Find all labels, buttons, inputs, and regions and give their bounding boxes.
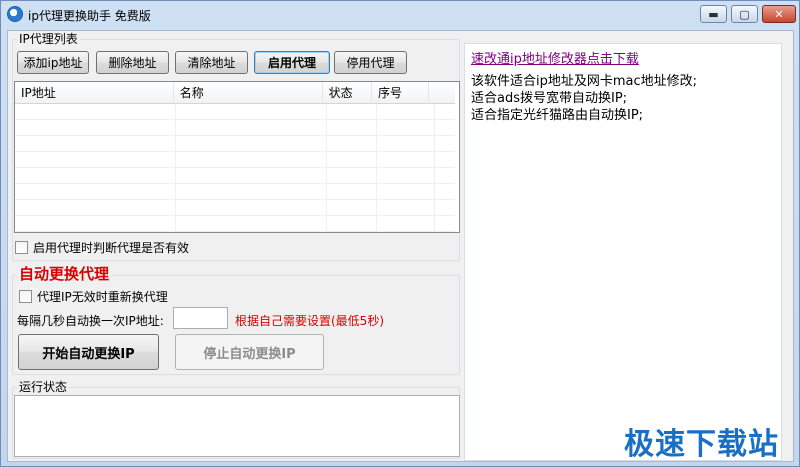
start-auto-switch-button[interactable]: 开始自动更换IP [18, 334, 159, 370]
disable-proxy-button[interactable]: 停用代理 [334, 51, 407, 74]
close-button[interactable]: ✕ [762, 5, 796, 23]
log-output[interactable] [14, 395, 460, 457]
maximize-button[interactable]: ▢ [731, 5, 758, 23]
table-row [15, 104, 455, 120]
app-window: ip代理更换助手 免费版 ▬ ▢ ✕ IP代理列表 添加ip地址 删除地址 清除… [0, 0, 800, 467]
download-link[interactable]: 速改通ip地址修改器点击下载 [471, 48, 639, 67]
column-index[interactable]: 序号 [372, 82, 430, 104]
table-row [15, 168, 455, 184]
auto-switch-title: 自动更换代理 [17, 263, 112, 284]
info-panel: 速改通ip地址修改器点击下载 该软件适合ip地址及网卡mac地址修改; 适合ad… [464, 43, 782, 461]
clear-ip-button[interactable]: 清除地址 [175, 51, 248, 74]
app-icon [7, 6, 23, 22]
minimize-button[interactable]: ▬ [700, 5, 727, 23]
add-ip-button[interactable]: 添加ip地址 [17, 51, 89, 74]
interval-label: 每隔几秒自动换一次IP地址: [17, 314, 164, 328]
table-row [15, 200, 455, 216]
table-row [15, 120, 455, 136]
table-row [15, 136, 455, 152]
stop-auto-switch-button[interactable]: 停止自动更换IP [175, 334, 324, 370]
column-name[interactable]: 名称 [174, 82, 323, 104]
site-watermark: 极速下载站 [624, 427, 779, 462]
interval-input[interactable] [173, 307, 228, 329]
table-row [15, 152, 455, 168]
interval-hint: 根据自己需要设置(最低5秒) [235, 314, 384, 328]
retry-checkbox[interactable] [19, 290, 32, 303]
client-area: IP代理列表 添加ip地址 删除地址 清除地址 启用代理 停用代理 IP地址 名… [7, 30, 794, 462]
column-ip-address[interactable]: IP地址 [15, 82, 174, 104]
info-line: 适合指定光纤猫路由自动换IP; [471, 108, 644, 123]
proxy-table[interactable]: IP地址 名称 状态 序号 [14, 81, 460, 233]
proxy-table-body [15, 104, 455, 232]
retry-label: 代理IP无效时重新换代理 [37, 290, 168, 304]
delete-ip-button[interactable]: 删除地址 [96, 51, 169, 74]
title-bar[interactable]: ip代理更换助手 免费版 ▬ ▢ ✕ [1, 1, 799, 29]
check-valid-option[interactable]: 启用代理时判断代理是否有效 [15, 239, 189, 256]
check-valid-label: 启用代理时判断代理是否有效 [33, 241, 190, 255]
proxy-table-header: IP地址 名称 状态 序号 [15, 82, 455, 104]
table-row [15, 184, 455, 200]
check-valid-checkbox[interactable] [15, 241, 28, 254]
proxy-list-group-label: IP代理列表 [17, 32, 80, 46]
column-status[interactable]: 状态 [323, 82, 373, 104]
retry-option[interactable]: 代理IP无效时重新换代理 [19, 288, 168, 305]
window-title: ip代理更换助手 免费版 [28, 9, 151, 23]
enable-proxy-button[interactable]: 启用代理 [254, 51, 330, 74]
column-spacer [429, 82, 455, 104]
table-row [15, 216, 455, 232]
log-group-label: 运行状态 [17, 380, 70, 394]
